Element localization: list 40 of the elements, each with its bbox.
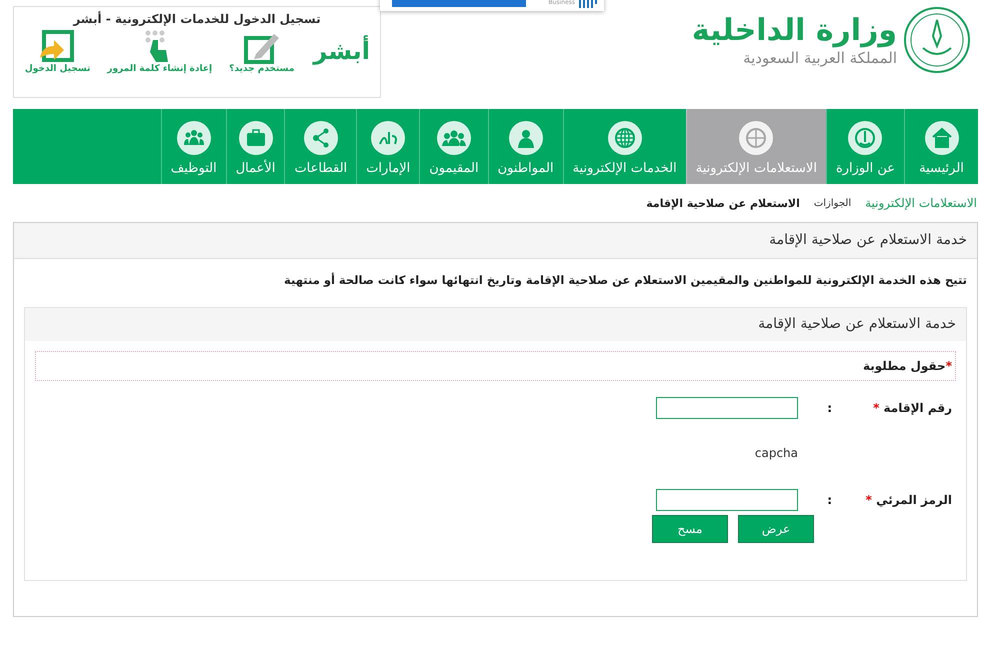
network-icon	[304, 121, 338, 155]
nav-tab[interactable]: الأعمال	[226, 109, 284, 184]
login-action-link[interactable]: مستخدم جديد؟	[226, 28, 298, 74]
nav-tab[interactable]: المواطنون	[488, 109, 563, 184]
field-label: الرمز المرئي *	[864, 493, 952, 507]
login-title: تسجيل الدخول للخدمات الإلكترونية - أبشر	[72, 12, 322, 26]
login-action-link[interactable]: تسجيل الدخول	[22, 28, 94, 74]
form-button[interactable]: مسح	[652, 515, 728, 543]
form-title: خدمة الاستعلام عن صلاحية الإقامة	[25, 308, 966, 341]
absher-logo: أبشر	[311, 34, 371, 67]
nav-tab[interactable]: الاستعلامات الإلكترونية	[686, 109, 826, 184]
input-field[interactable]	[656, 397, 798, 419]
colon-separator: :	[826, 401, 832, 415]
home-icon	[924, 121, 958, 155]
colon-separator: :	[826, 493, 832, 507]
breadcrumb-link[interactable]: الاستعلامات الإلكترونية	[865, 196, 977, 210]
people-icon	[436, 121, 471, 155]
login-action-link[interactable]: إعادة إنشاء كلمة المرور	[107, 28, 212, 74]
nav-tab[interactable]: الخدمات الإلكترونية	[562, 109, 686, 184]
nav-tab[interactable]: القطاعات	[284, 109, 356, 184]
breadcrumb-link[interactable]: الجوازات	[814, 198, 852, 208]
nav-tab[interactable]: عن الوزارة	[826, 109, 904, 184]
breadcrumb-current: الاستعلام عن صلاحية الإقامة	[646, 196, 800, 210]
nav-tab[interactable]: الرئيسية	[904, 109, 978, 184]
nav-tab[interactable]: المقيمون	[419, 109, 488, 184]
person-icon	[508, 121, 543, 155]
logo-icon	[578, 0, 600, 8]
people-icon	[176, 121, 211, 155]
field-label: رقم الإقامة *	[872, 401, 952, 415]
nav-tab[interactable]: التوظيف	[160, 109, 226, 184]
nav-tab[interactable]: الإمارات	[356, 109, 420, 184]
form-button[interactable]: عرض	[738, 515, 814, 543]
input-field[interactable]	[656, 489, 798, 511]
required-fields-note: * حقول مطلوبة	[35, 351, 956, 381]
country-name: المملكة العربية السعودية	[743, 49, 897, 67]
ministry-name: وزارة الداخلية	[692, 13, 897, 49]
briefcase-icon	[238, 121, 273, 155]
captcha-image: capcha	[754, 446, 798, 460]
panel-title: خدمة الاستعلام عن صلاحية الإقامة	[14, 223, 977, 259]
service-description: تتيح هذه الخدمة الإلكترونية للمواطنين والمقيمين الاستعلام عن صلاحية الإقامة وتاريخ انتهائها سواء كانت صالحة أو منتهية	[283, 272, 968, 287]
